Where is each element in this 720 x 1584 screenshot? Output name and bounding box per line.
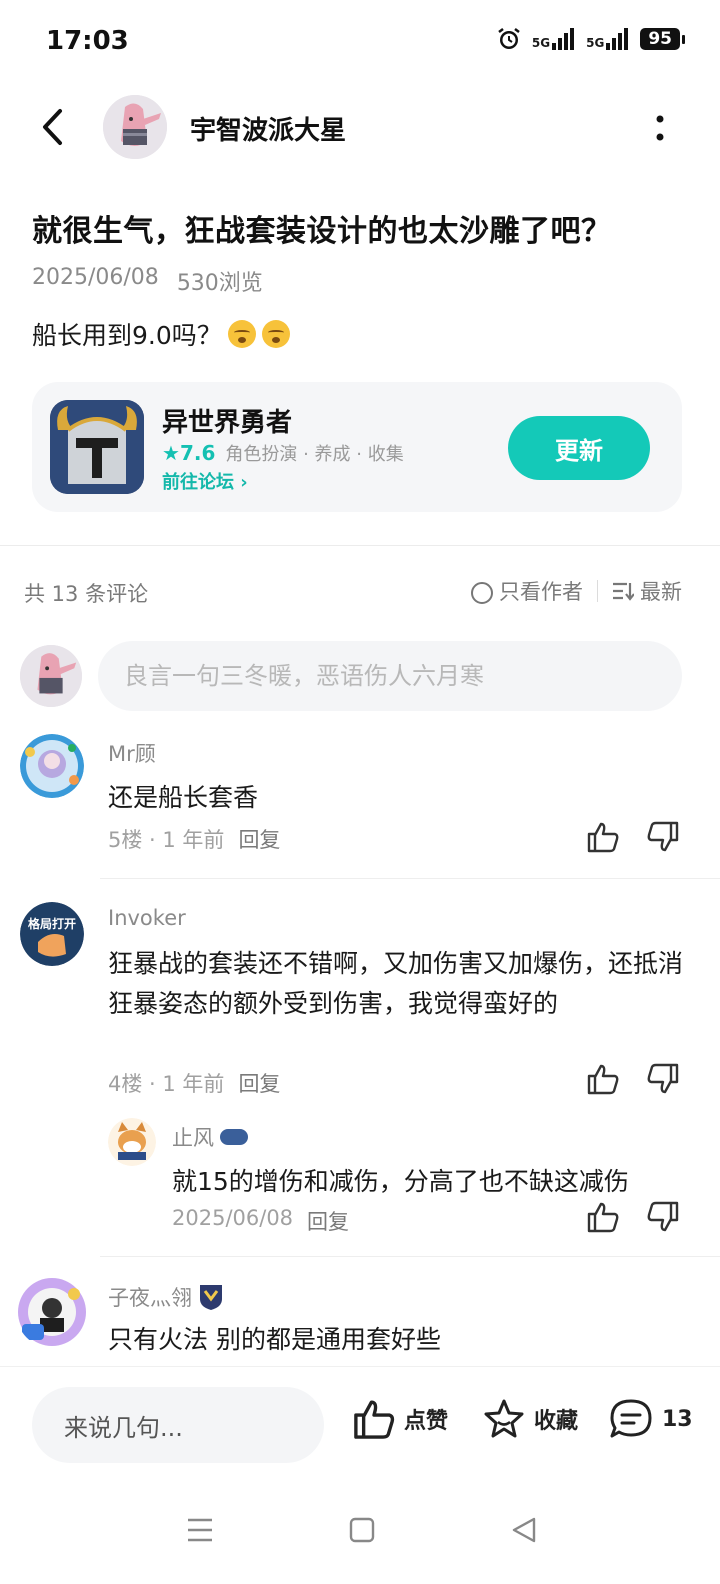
like-post-button[interactable]: 点赞 [352, 1397, 448, 1441]
comment-meta: 4楼 · 1 年前 回复 [108, 1068, 280, 1098]
sad-emoji-icon [227, 320, 256, 348]
back-button[interactable] [28, 102, 78, 152]
chevron-left-icon [43, 109, 62, 145]
comments-button[interactable]: 13 [608, 1397, 693, 1441]
thumbs-down-icon [647, 1063, 679, 1094]
divider [0, 545, 720, 546]
comment-divider [100, 878, 720, 879]
bottom-action-bar: 来说几句... 点赞 收藏 13 [0, 1366, 720, 1484]
dislike-button[interactable] [646, 1062, 682, 1098]
comment-input-row [0, 640, 720, 712]
dislike-button[interactable] [646, 1200, 682, 1236]
reply-meta: 2025/06/08 回复 [172, 1206, 349, 1236]
comment-text: 还是船长套香 [108, 783, 259, 812]
menu-icon [188, 1518, 212, 1542]
chevron-right-icon: › [240, 472, 248, 493]
post-body: 船长用到9.0吗？ [32, 316, 290, 352]
reply-author[interactable]: 止风 [172, 1122, 248, 1152]
star-outline-icon [484, 1399, 524, 1438]
battery-indicator: 95 [640, 28, 685, 50]
reply-text: 就15的增伤和减伤，分高了也不缺这减伤 [172, 1167, 629, 1196]
forum-link[interactable]: 前往论坛 › [162, 468, 248, 494]
favorite-button[interactable]: 收藏 [482, 1397, 578, 1441]
reply-button[interactable]: 回复 [238, 1068, 280, 1098]
thumbs-up-icon [587, 1064, 619, 1095]
status-icons: 5G 5G 95 [496, 26, 685, 52]
dislike-button[interactable] [646, 820, 682, 856]
commenter-avatar[interactable] [20, 734, 84, 798]
alarm-icon [498, 28, 520, 49]
comment-text: 狂暴战的套装还不错啊，又加伤害又加爆伤，还抵消狂暴姿态的额外受到伤害，我觉得蛮好… [108, 949, 684, 1018]
comments-header: 共 13 条评论 只看作者 最新 [0, 572, 720, 612]
thumbs-up-icon [354, 1400, 395, 1439]
game-icon[interactable] [50, 400, 144, 494]
comment-meta: 5楼 · 1 年前 回复 [108, 824, 280, 854]
update-button[interactable]: 更新 [508, 416, 650, 480]
commenter-avatar[interactable] [16, 1276, 88, 1348]
radio-circle-icon [471, 582, 493, 604]
home-nav-button[interactable] [340, 1508, 384, 1552]
guild-badge-icon [200, 1285, 222, 1310]
signal-5g-icon: 5G [586, 28, 630, 50]
signal-5g-icon: 5G [532, 28, 576, 50]
thumbs-up-icon [587, 1202, 619, 1233]
sad-emoji-icon [261, 320, 290, 348]
more-options-button[interactable] [640, 108, 680, 148]
square-icon [349, 1517, 375, 1543]
top-header: 宇智波派大星 [0, 88, 720, 168]
comment-count: 共 13 条评论 [24, 582, 149, 606]
like-button[interactable] [586, 820, 622, 856]
commenter-name[interactable]: Invoker [108, 906, 186, 930]
comment-floor: 5楼 · 1 年前 [108, 828, 225, 852]
comment-text: 只有火法 别的都是通用套好些 [108, 1325, 441, 1354]
bottom-comment-input[interactable]: 来说几句... [32, 1387, 324, 1463]
post-views: 530浏览 [176, 271, 263, 296]
sort-button[interactable]: 最新 [612, 576, 682, 606]
filter-divider [597, 580, 598, 602]
author-name[interactable]: 宇智波派大星 [190, 110, 346, 147]
comment-input[interactable] [98, 641, 682, 711]
like-button[interactable] [586, 1200, 622, 1236]
comment-bubble-icon [610, 1399, 652, 1438]
only-author-toggle[interactable]: 只看作者 [471, 576, 583, 606]
game-tags: 角色扮演 · 养成 · 收集 [225, 444, 404, 465]
reply-button[interactable]: 回复 [238, 824, 280, 854]
game-card[interactable]: 异世界勇者 ★7.6 角色扮演 · 养成 · 收集 前往论坛 › 更新 [32, 382, 682, 512]
sort-icon [613, 582, 634, 601]
rating-score: ★7.6 [162, 441, 216, 465]
system-nav-bar [0, 1484, 720, 1584]
reply-avatar[interactable] [108, 1118, 156, 1166]
my-avatar [20, 645, 82, 707]
more-vertical-icon [656, 115, 664, 141]
post-date: 2025/06/08 [32, 265, 159, 290]
reply-date: 2025/06/08 [172, 1206, 294, 1230]
thumbs-down-icon [647, 821, 679, 852]
avatar-label: 格局打开 [27, 917, 76, 931]
comment-filters: 只看作者 最新 [471, 576, 682, 606]
commenter-name[interactable]: 子夜灬翎 [108, 1282, 224, 1312]
back-nav-button[interactable] [502, 1508, 546, 1552]
reply-button[interactable]: 回复 [307, 1206, 349, 1236]
status-bar: 17:03 5G 5G 95 [0, 0, 720, 84]
commenter-name[interactable]: Mr顾 [108, 738, 156, 768]
comment-floor: 4楼 · 1 年前 [108, 1072, 225, 1096]
post-meta: 2025/06/08 530浏览 [32, 265, 263, 297]
star-icon: ★ [162, 441, 180, 465]
post-title: 就很生气，狂战套装设计的也太沙雕了吧？ [32, 214, 612, 249]
user-badge-icon [220, 1129, 248, 1145]
menu-nav-button[interactable] [178, 1508, 222, 1552]
game-rating: ★7.6 角色扮演 · 养成 · 收集 [162, 440, 404, 466]
triangle-back-icon [512, 1517, 536, 1543]
commenter-avatar[interactable]: 格局打开 [20, 902, 84, 966]
post-body-text: 船长用到9.0吗？ [32, 321, 222, 350]
status-time: 17:03 [46, 26, 129, 56]
game-name: 异世界勇者 [162, 408, 293, 438]
comment-divider [100, 1256, 720, 1257]
thumbs-up-icon [587, 822, 619, 853]
like-button[interactable] [586, 1062, 622, 1098]
author-avatar[interactable] [103, 95, 167, 159]
thumbs-down-icon [647, 1201, 679, 1232]
